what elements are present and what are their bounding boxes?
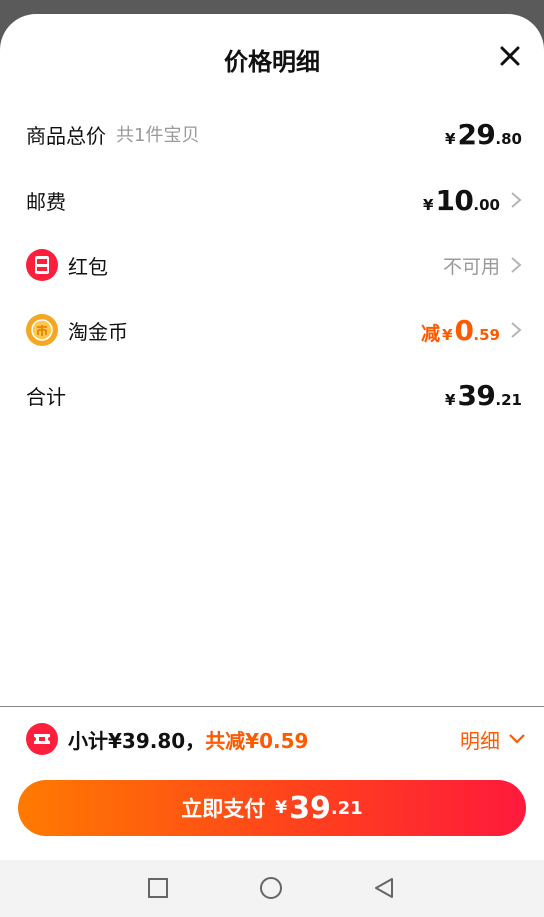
gold-coin-icon [26,314,58,346]
detail-label: 明细 [460,728,500,753]
discount-prefix: 减 [420,322,440,345]
saving-text: 共减¥0.59 [205,728,309,753]
total-price: ¥ 39 .21 [445,379,522,412]
subtotal-text: 小计¥39.80， [68,728,206,753]
goods-total-row: 商品总价 共1件宝贝 ¥ 29 .80 [26,114,522,154]
price-dec: .21 [495,390,522,409]
coins-label: 淘金币 [68,319,128,344]
goods-total-label: 商品总价 [26,123,106,148]
shipping-label: 邮费 [26,189,66,214]
goods-count: 共1件宝贝 [116,125,200,146]
ticket-icon [26,723,58,755]
yen-sign: ¥ [445,390,456,409]
back-triangle-icon[interactable] [372,876,396,900]
price-int: 39 [457,378,496,412]
recents-square-icon[interactable] [146,876,170,900]
red-packet-value: 不可用 [442,255,500,278]
red-packet-label: 红包 [68,254,108,279]
yen-sign: ¥ [442,325,453,344]
price-int: 10 [435,183,474,217]
footer-divider [0,706,544,707]
pay-now-button[interactable]: 立即支付 ¥ 39 .21 [18,780,526,836]
total-label: 合计 [26,384,66,409]
sheet-title: 价格明细 [224,48,320,76]
price-detail-sheet: 价格明细 商品总价 共1件宝贝 ¥ 29 .80 邮费 ¥ 10 .00 红包 … [0,14,544,860]
price-dec: .00 [473,195,500,214]
red-packet-icon [26,249,58,281]
yen-sign: ¥ [423,195,434,214]
system-nav-bar [0,860,544,917]
total-row: 合计 ¥ 39 .21 [26,375,522,415]
chevron-right-icon [511,192,522,208]
red-packet-status: 不可用 [443,252,522,279]
shipping-row[interactable]: 邮费 ¥ 10 .00 [26,180,522,220]
price-dec: .59 [473,325,500,344]
price-dec: .80 [495,129,522,148]
chevron-down-icon [509,734,525,744]
goods-total-price: ¥ 29 .80 [445,118,522,151]
yen-sign: ¥ [445,129,456,148]
shipping-price: ¥ 10 .00 [423,184,522,217]
pay-yen: ¥ [275,798,288,818]
chevron-right-icon [511,257,522,273]
detail-toggle-button[interactable]: 明细 [460,725,526,754]
pay-int: 39 [289,790,331,826]
price-int: 29 [457,117,496,151]
coins-row[interactable]: 淘金币 减 ¥ 0 .59 [26,310,522,350]
close-icon[interactable] [498,44,522,68]
pay-dec: .21 [330,797,363,819]
price-int: 0 [454,313,474,347]
coins-discount: 减 ¥ 0 .59 [421,314,522,347]
chevron-right-icon [511,322,522,338]
footer-summary: 小计¥39.80， 共减¥0.59 明细 [26,720,526,758]
pay-label: 立即支付 [181,797,266,821]
home-circle-icon[interactable] [259,876,283,900]
red-packet-row[interactable]: 红包 不可用 [26,245,522,285]
